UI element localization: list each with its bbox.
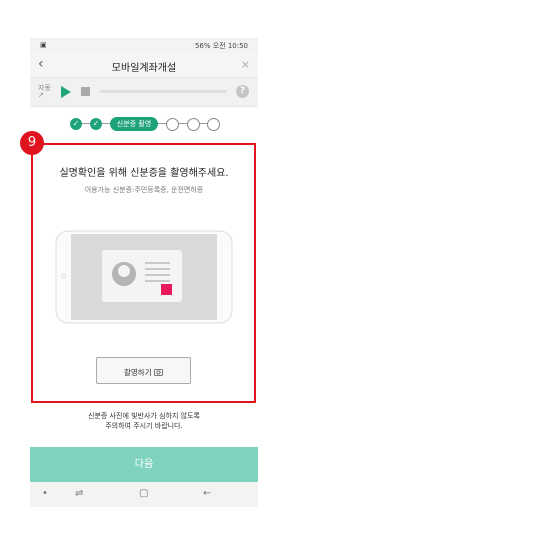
home-icon[interactable]: ▢ [139, 488, 148, 499]
notice-text: 신분증 사진에 빛반사가 심하지 않도록 주의하여 주시기 바랍니다. [30, 411, 258, 431]
step-2-check-icon: ✓ [90, 118, 102, 130]
step-number-badge: 9 [20, 131, 44, 155]
stop-icon[interactable] [81, 87, 90, 96]
status-text: 56% 오전 10:50 [194, 42, 248, 50]
play-icon[interactable] [61, 86, 71, 98]
status-bar: ▣ 56% 오전 10:50 [30, 38, 258, 53]
notice-line-2: 주의하여 주시기 바랍니다. [105, 422, 183, 430]
step-6 [207, 118, 220, 131]
recent-apps-icon[interactable]: ⇌ [75, 488, 83, 499]
app-bar: ‹ 모바일계좌개설 × [30, 53, 258, 78]
step-1-check-icon: ✓ [70, 118, 82, 130]
help-icon[interactable]: ? [236, 85, 249, 98]
step-4 [166, 118, 179, 131]
highlight-box [31, 143, 256, 403]
progress-track[interactable] [100, 90, 227, 93]
auto-play-toggle[interactable]: 자동 ↗ [38, 85, 51, 99]
page-title: 모바일계좌개설 [111, 63, 177, 74]
guide-player: 자동 ↗ ? [30, 78, 258, 107]
system-nav-bar: • ⇌ ▢ ← [30, 482, 258, 507]
step-5 [187, 118, 200, 131]
nav-dot-icon[interactable]: • [42, 488, 48, 499]
image-icon: ▣ [40, 41, 47, 49]
step-current: 신분증 촬영 [110, 117, 158, 131]
step-indicator: ✓ ✓ 신분증 촬영 [30, 106, 258, 142]
next-button[interactable]: 다음 [30, 447, 258, 482]
auto-arrow-icon: ↗ [38, 91, 44, 99]
notice-line-1: 신분증 사진에 빛반사가 심하지 않도록 [88, 412, 200, 420]
back-nav-icon[interactable]: ← [203, 488, 211, 499]
close-icon[interactable]: × [241, 58, 250, 71]
